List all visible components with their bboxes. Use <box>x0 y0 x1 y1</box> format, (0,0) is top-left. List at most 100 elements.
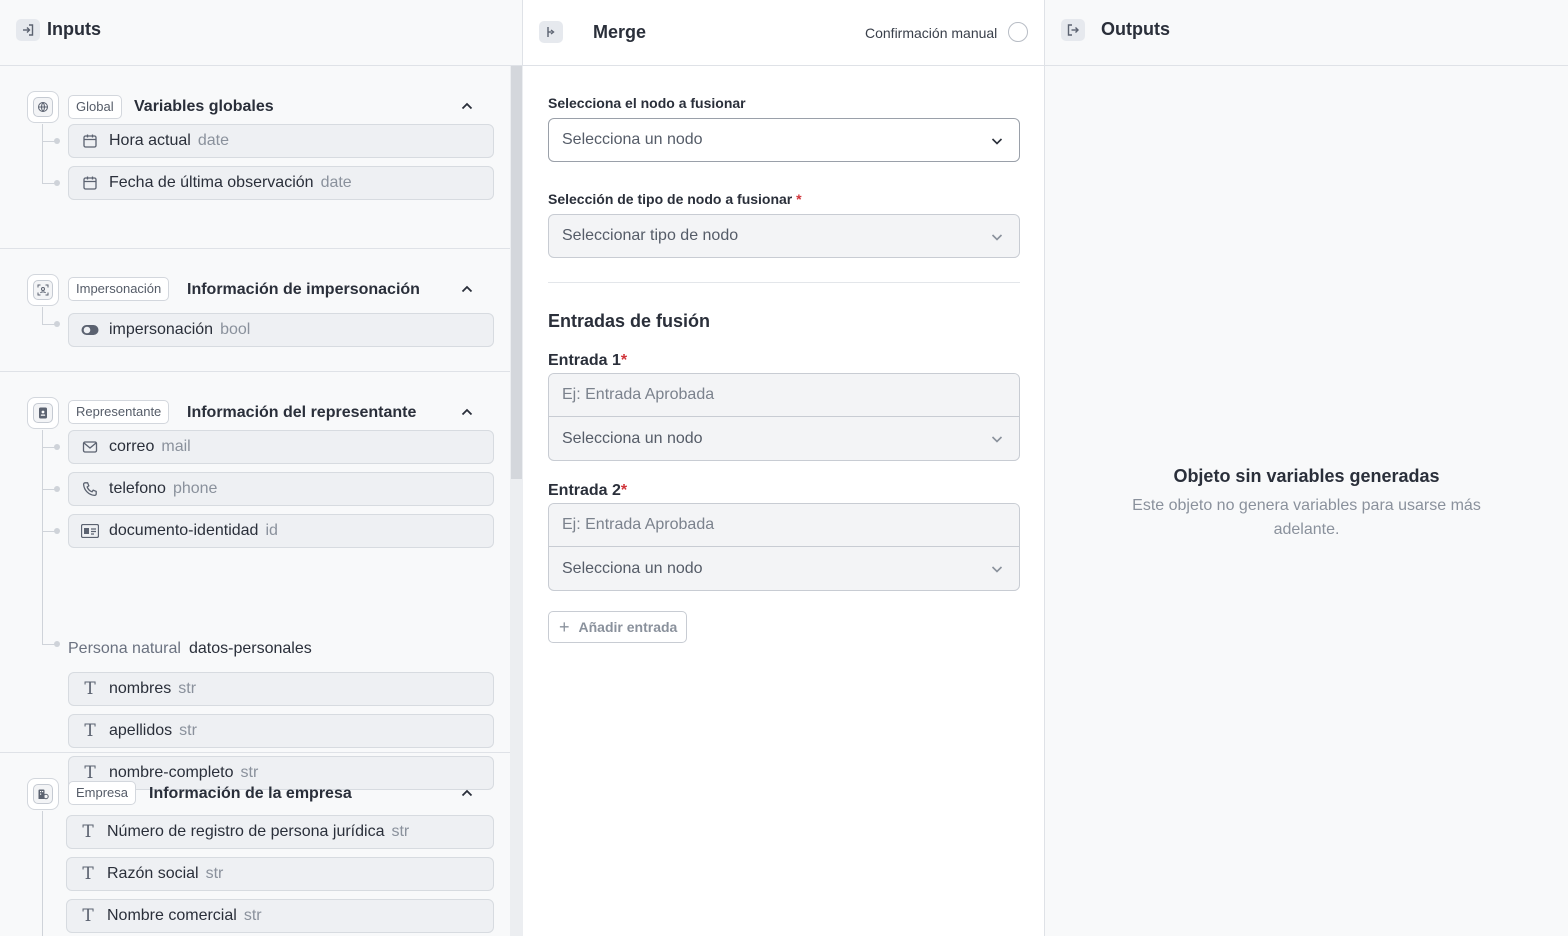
text-icon: T <box>84 720 96 741</box>
variable-name: Nombre comercial <box>107 907 237 924</box>
inputs-list[interactable]: Global Variables globales Hora actual da… <box>0 66 510 936</box>
chevron-down-icon <box>991 566 1003 573</box>
variable-type: mail <box>161 438 191 455</box>
node-select-label: Selecciona el nodo a fusionar <box>548 95 746 111</box>
group-label: Persona natural datos-personales <box>68 640 312 658</box>
variable-item[interactable]: Fecha de última observación date <box>68 166 494 200</box>
section-badge: Representante <box>68 400 170 424</box>
variable-item[interactable]: T Razón social str <box>66 857 494 891</box>
entry-2-label-text: Entrada 2 <box>548 482 621 499</box>
variable-item[interactable]: documento-identidad id <box>68 514 494 548</box>
merge-title: Merge <box>593 22 647 42</box>
text-icon: T <box>82 905 94 926</box>
entry-1-field: Ej: Entrada Aprobada Selecciona un nodo <box>548 373 1020 461</box>
variable-item[interactable]: T nombres str <box>68 672 494 706</box>
entry-1-node-select-value: Selecciona un nodo <box>562 430 703 447</box>
globe-icon <box>27 91 59 123</box>
variable-type: str <box>391 823 410 840</box>
variable-type: id <box>265 522 278 539</box>
entry-2-node-select[interactable]: Selecciona un nodo <box>549 547 1019 590</box>
id-card-icon <box>81 522 99 540</box>
variable-name: nombres <box>109 680 172 697</box>
inputs-title: Inputs <box>47 19 101 39</box>
calendar-icon <box>81 132 99 150</box>
node-type-select-value: Seleccionar tipo de nodo <box>562 227 739 244</box>
variable-item[interactable]: telefono phone <box>68 472 494 506</box>
manual-confirmation-toggle[interactable] <box>1008 22 1028 42</box>
variable-type: bool <box>220 321 251 338</box>
toggle-icon <box>81 321 99 339</box>
entry-1-name-input[interactable]: Ej: Entrada Aprobada <box>549 374 1019 417</box>
login-icon[interactable] <box>16 19 40 41</box>
variable-type: phone <box>172 480 218 497</box>
chevron-up-icon[interactable] <box>459 785 475 801</box>
phone-icon <box>81 480 99 498</box>
variable-item[interactable]: T apellidos str <box>68 714 494 748</box>
tree-node <box>54 321 60 327</box>
variable-type: date <box>197 132 229 149</box>
required-mark: * <box>796 191 802 207</box>
merge-header: Merge Confirmación manual <box>523 0 1044 66</box>
variable-name: Razón social <box>107 865 199 882</box>
required-mark: * <box>620 482 628 499</box>
scrollbar-thumb[interactable] <box>511 66 522 479</box>
logout-icon[interactable] <box>1061 19 1085 41</box>
text-icon: T <box>82 821 94 842</box>
section-representative: Representante Información del representa… <box>0 372 510 790</box>
badge-icon <box>27 397 59 429</box>
tree-node <box>54 641 60 647</box>
tree-line <box>42 307 43 324</box>
entry-1-label-text: Entrada 1 <box>548 352 621 369</box>
divider <box>548 282 1020 283</box>
variable-name: Número de registro de persona jurídica <box>107 823 385 840</box>
variable-item[interactable]: T Nombre comercial str <box>66 899 494 933</box>
building-icon <box>27 778 59 810</box>
chevron-down-icon <box>991 234 1003 241</box>
calendar-icon <box>81 174 99 192</box>
node-type-label: Selección de tipo de nodo a fusionar * <box>548 191 802 207</box>
chevron-up-icon[interactable] <box>459 98 475 114</box>
variable-item[interactable]: Hora actual date <box>68 124 494 158</box>
tree-node <box>54 528 60 534</box>
section-badge: Empresa <box>68 781 137 805</box>
variable-name: telefono <box>109 480 166 497</box>
node-type-label-text: Selección de tipo de nodo a fusionar <box>548 191 793 207</box>
group-type: Persona natural <box>68 640 181 657</box>
entry-2-name-input[interactable]: Ej: Entrada Aprobada <box>549 504 1019 547</box>
merge-entries-heading: Entradas de fusión <box>548 311 711 331</box>
add-entry-button[interactable]: + Añadir entrada <box>548 611 688 643</box>
variable-type: date <box>320 174 352 191</box>
chevron-down-icon <box>991 138 1003 145</box>
tree-line <box>42 124 43 183</box>
variable-name: apellidos <box>109 722 173 739</box>
tree-node <box>54 138 60 144</box>
chevron-up-icon[interactable] <box>459 281 475 297</box>
mail-icon <box>81 438 99 456</box>
entry-2-field: Ej: Entrada Aprobada Selecciona un nodo <box>548 503 1020 591</box>
variable-type: str <box>243 907 262 924</box>
entry-1-node-select[interactable]: Selecciona un nodo <box>549 417 1019 460</box>
chevron-up-icon[interactable] <box>459 404 475 420</box>
variable-type: str <box>179 722 197 739</box>
node-select[interactable]: Selecciona un nodo <box>548 118 1020 162</box>
variable-name: impersonación <box>109 321 214 338</box>
chevron-down-icon <box>991 436 1003 443</box>
group-key: datos-personales <box>188 640 312 657</box>
tree-node <box>54 486 60 492</box>
section-company: Empresa Información de la empresa T Núme… <box>0 753 510 936</box>
text-icon: T <box>82 863 94 884</box>
plus-icon: + <box>559 616 570 637</box>
empty-state-description: Este objeto no genera variables para usa… <box>1132 497 1481 538</box>
tree-node <box>54 444 60 450</box>
variable-item[interactable]: correo mail <box>68 430 494 464</box>
inputs-scrollbar[interactable] <box>510 66 523 936</box>
variable-type: str <box>178 680 197 697</box>
variable-item[interactable]: impersonación bool <box>68 313 494 347</box>
node-type-select[interactable]: Seleccionar tipo de nodo <box>548 214 1020 258</box>
add-entry-label: Añadir entrada <box>578 619 678 635</box>
section-title: Información de impersonación <box>187 281 420 298</box>
merge-node-icon[interactable] <box>539 21 563 43</box>
variable-item[interactable]: T Número de registro de persona jurídica… <box>66 815 494 849</box>
section-title: Información de la empresa <box>149 785 352 802</box>
section-title: Información del representante <box>187 404 417 421</box>
